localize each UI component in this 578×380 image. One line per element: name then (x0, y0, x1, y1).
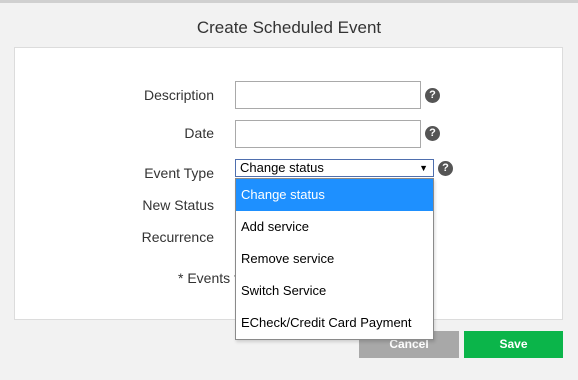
top-border (0, 0, 578, 3)
events-note: * Events t (178, 270, 238, 286)
dropdown-arrow-icon: ▼ (419, 163, 428, 173)
event-type-help-icon[interactable]: ? (438, 161, 453, 176)
event-type-options-list: Change status Add service Remove service… (235, 178, 434, 340)
event-type-label: Event Type (144, 165, 214, 181)
option-echeck-credit-card-payment[interactable]: ECheck/Credit Card Payment (236, 307, 433, 339)
option-remove-service[interactable]: Remove service (236, 243, 433, 275)
option-change-status[interactable]: Change status (236, 179, 433, 211)
option-add-service[interactable]: Add service (236, 211, 433, 243)
recurrence-label: Recurrence (141, 229, 214, 245)
description-help-icon[interactable]: ? (425, 88, 440, 103)
new-status-label: New Status (142, 197, 214, 213)
description-label: Description (143, 87, 214, 103)
date-label: Date (184, 125, 214, 141)
save-button[interactable]: Save (464, 331, 563, 358)
option-switch-service[interactable]: Switch Service (236, 275, 433, 307)
event-type-selected-value: Change status (240, 160, 324, 175)
date-help-icon[interactable]: ? (425, 126, 440, 141)
date-input[interactable] (235, 120, 421, 148)
dialog-title: Create Scheduled Event (196, 18, 382, 37)
description-input[interactable] (235, 81, 421, 109)
event-type-select[interactable]: Change status ▼ (235, 159, 434, 177)
